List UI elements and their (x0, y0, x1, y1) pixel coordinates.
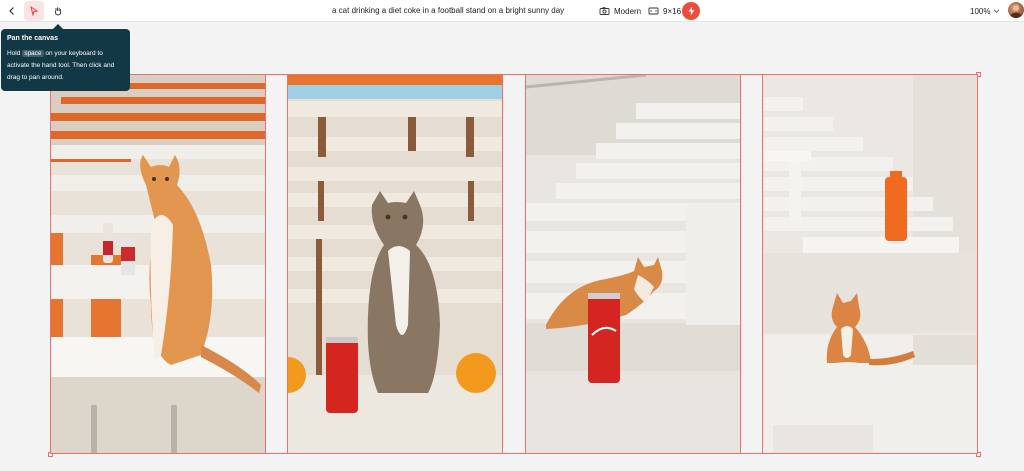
tooltip-title: Pan the canvas (7, 35, 58, 42)
generated-image-4[interactable] (762, 74, 978, 454)
generated-image-1[interactable] (50, 74, 266, 454)
space-key-badge: space (22, 50, 44, 57)
aspect-ratio-label: 9×16 (663, 6, 682, 16)
aspect-ratio-icon (648, 7, 659, 15)
lightning-icon (688, 6, 694, 16)
hand-tool-button[interactable] (48, 1, 68, 21)
generated-image-2[interactable] (287, 74, 503, 454)
tooltip-body-pre: Hold (7, 50, 23, 57)
back-button[interactable] (2, 1, 22, 21)
top-toolbar: a cat drinking a diet coke in a football… (0, 0, 1024, 22)
generate-button[interactable] (682, 2, 700, 20)
pointer-arrow-icon (30, 6, 39, 16)
aspect-ratio-selector[interactable]: 9×16 (648, 1, 681, 21)
style-label: Modern (614, 6, 642, 16)
chevron-down-icon (994, 9, 1000, 13)
avatar[interactable] (1008, 2, 1024, 18)
user-photo (1010, 4, 1022, 18)
camera-icon (599, 7, 610, 15)
pan-canvas-tooltip: Pan the canvas Hold space on your keyboa… (1, 24, 130, 91)
style-selector[interactable]: Modern (599, 1, 641, 21)
zoom-control[interactable]: 100% (970, 1, 1000, 21)
tooltip-body: Hold space on your keyboard to activate … (7, 48, 124, 84)
select-tool-button[interactable] (24, 1, 44, 21)
hand-tool-icon (54, 7, 62, 16)
zoom-level: 100% (970, 6, 991, 16)
prompt-input[interactable]: a cat drinking a diet coke in a football… (324, 1, 594, 21)
chevron-left-icon (9, 7, 14, 15)
generated-image-3[interactable] (525, 74, 741, 454)
